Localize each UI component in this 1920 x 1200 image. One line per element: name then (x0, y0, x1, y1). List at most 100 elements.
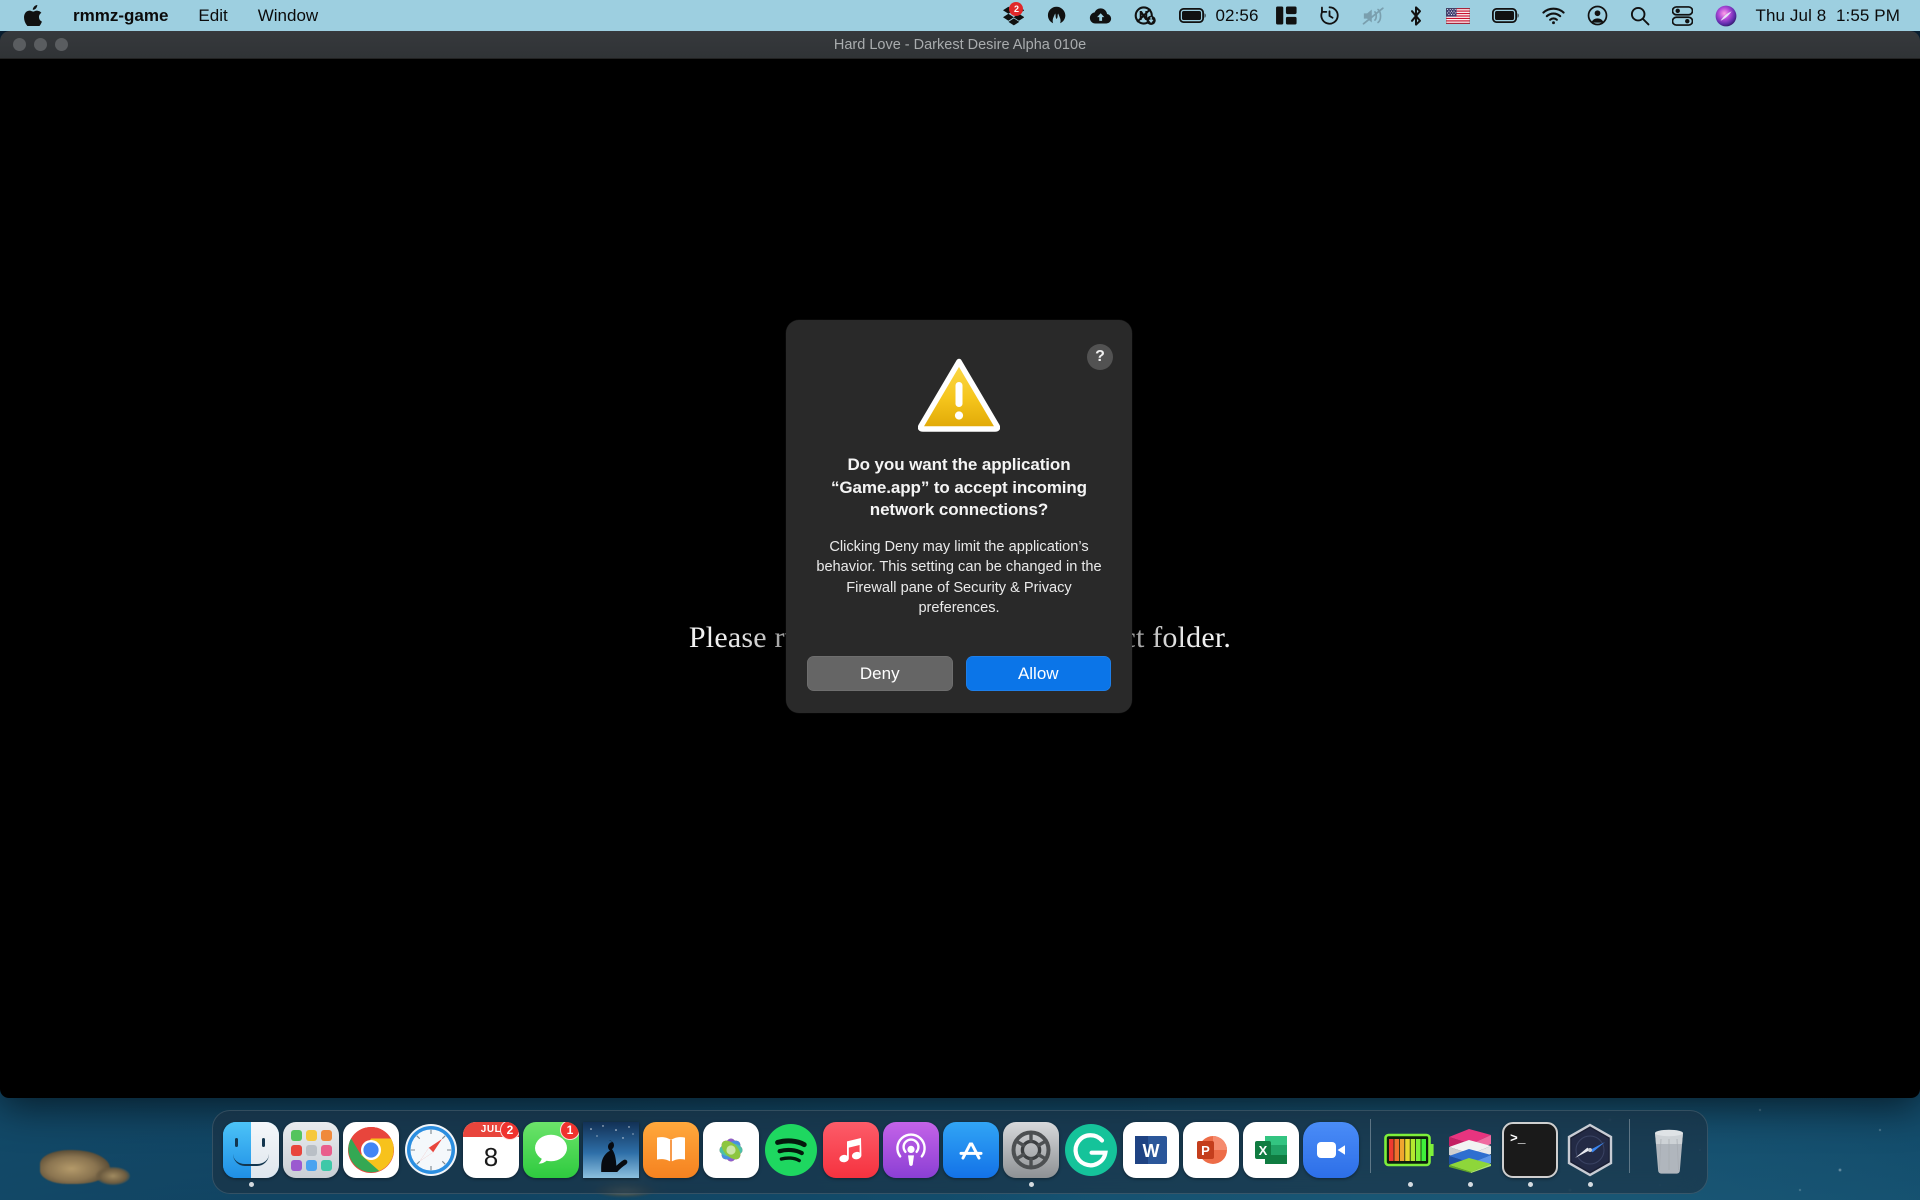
siri-status-item[interactable] (1704, 0, 1748, 31)
dock-item-messages[interactable]: 1 (521, 1117, 581, 1187)
split-view-icon (1275, 6, 1297, 25)
chrome-icon (343, 1122, 399, 1178)
wifi-status-item[interactable] (1531, 0, 1576, 31)
battery-status-item[interactable] (1168, 0, 1207, 31)
dock-separator (1370, 1119, 1371, 1173)
battery-level-icon (1491, 8, 1519, 23)
running-indicator (909, 1182, 914, 1187)
dock-item-battery-monitor[interactable] (1380, 1117, 1440, 1187)
menu-item-edit[interactable]: Edit (183, 0, 242, 31)
dock-item-word[interactable]: W (1121, 1117, 1181, 1187)
battery-level-status-item[interactable] (1481, 0, 1531, 31)
spotlight-search-status-item[interactable] (1619, 0, 1661, 31)
dock-item-chrome[interactable] (341, 1117, 401, 1187)
running-indicator (1149, 1182, 1154, 1187)
dock-item-kindle[interactable] (581, 1117, 641, 1187)
firewall-dialog[interactable]: ? Do you want the application “Game.app”… (786, 320, 1132, 713)
help-button[interactable]: ? (1087, 344, 1113, 370)
running-indicator (1527, 1182, 1533, 1187)
dock-item-app-store[interactable] (941, 1117, 1001, 1187)
dialog-title: Do you want the application “Game.app” t… (831, 455, 1087, 520)
minimize-button[interactable] (34, 38, 47, 51)
siri-icon (1715, 5, 1736, 26)
messages-icon: 1 (523, 1122, 579, 1178)
dock-item-grammarly[interactable] (1061, 1117, 1121, 1187)
volume-muted-icon (1362, 6, 1384, 25)
traffic-lights[interactable] (0, 38, 68, 51)
insomnia-compass-icon (1562, 1122, 1618, 1178)
music-icon (823, 1122, 879, 1178)
running-indicator (609, 1182, 614, 1187)
window-titlebar[interactable]: Hard Love - Darkest Desire Alpha 010e (0, 31, 1920, 59)
deny-button[interactable]: Deny (807, 656, 953, 691)
app-store-icon (943, 1122, 999, 1178)
time-machine-status-item[interactable] (1308, 0, 1351, 31)
bluetooth-icon (1410, 5, 1421, 26)
running-indicator (1028, 1182, 1034, 1187)
svg-text:P: P (1201, 1143, 1210, 1158)
allow-button[interactable]: Allow (965, 656, 1111, 691)
dock-item-winrar[interactable] (1440, 1117, 1500, 1187)
menu-item-rmmz-game[interactable]: rmmz-game (58, 0, 183, 31)
running-indicator (1269, 1182, 1274, 1187)
calendar-day: 8 (483, 1142, 499, 1172)
running-indicator (1467, 1182, 1473, 1187)
user-account-status-item[interactable] (1576, 0, 1619, 31)
dropbox-status-item[interactable]: 2 (992, 0, 1035, 31)
search-icon (1630, 6, 1649, 25)
battery-time-remaining: 02:56 (1215, 5, 1259, 25)
dock-item-photos[interactable] (701, 1117, 761, 1187)
dock-separator-trash (1629, 1119, 1630, 1173)
malwarebytes-status-item[interactable] (1035, 0, 1078, 31)
messages-badge: 1 (560, 1122, 579, 1140)
dock-item-finder[interactable] (221, 1117, 281, 1187)
dock-item-podcasts[interactable] (881, 1117, 941, 1187)
running-indicator (669, 1182, 674, 1187)
dock-item-excel[interactable]: X (1241, 1117, 1301, 1187)
svg-text:X: X (1259, 1143, 1268, 1158)
system-preferences-icon (1003, 1122, 1059, 1178)
apple-menu[interactable] (12, 0, 58, 31)
zoom-icon (1303, 1122, 1359, 1178)
dock-item-trash[interactable] (1639, 1117, 1699, 1187)
input-source-status-item[interactable] (1435, 0, 1481, 31)
dock-item-zoom[interactable] (1301, 1117, 1361, 1187)
menu-bar[interactable]: rmmz-game Edit Window 2 02:56 Thu Jul 8 … (0, 0, 1920, 31)
dock-item-calendar[interactable]: JUL 8 2 (461, 1117, 521, 1187)
nosleep-status-item[interactable] (1123, 0, 1168, 31)
photos-icon (703, 1122, 759, 1178)
dock[interactable]: JUL 8 2 1 W P X >_ (212, 1110, 1708, 1194)
dock-item-terminal[interactable]: >_ (1500, 1117, 1560, 1187)
dialog-buttons: Deny Allow (807, 656, 1111, 691)
split-view-status-item[interactable] (1265, 0, 1308, 31)
cloud-upload-status-item[interactable] (1078, 0, 1123, 31)
dock-item-safari[interactable] (401, 1117, 461, 1187)
menu-item-window[interactable]: Window (243, 0, 333, 31)
dock-item-music[interactable] (821, 1117, 881, 1187)
volume-muted-status-item[interactable] (1351, 0, 1397, 31)
dock-item-spotify[interactable] (761, 1117, 821, 1187)
running-indicator (1209, 1182, 1214, 1187)
dock-item-powerpoint[interactable]: P (1181, 1117, 1241, 1187)
dock-item-insomnia[interactable] (1560, 1117, 1620, 1187)
menu-bar-status-area: 2 02:56 Thu Jul 8 1:55 PM (992, 0, 1920, 31)
dialog-body-text: Clicking Deny may limit the application’… (816, 538, 1102, 617)
battery-icon (1179, 8, 1207, 23)
cloud-upload-icon (1090, 8, 1112, 24)
dock-item-launchpad[interactable] (281, 1117, 341, 1187)
menu-bar-clock[interactable]: Thu Jul 8 1:55 PM (1748, 0, 1906, 31)
finder-icon (223, 1122, 279, 1178)
close-button[interactable] (13, 38, 26, 51)
bluetooth-status-item[interactable] (1397, 0, 1435, 31)
launchpad-icon (283, 1122, 339, 1178)
control-center-icon (1671, 5, 1693, 26)
zoom-button[interactable] (55, 38, 68, 51)
window-title: Hard Love - Darkest Desire Alpha 010e (833, 36, 1087, 53)
powerpoint-icon: P (1183, 1122, 1239, 1178)
malwarebytes-icon (1048, 6, 1066, 24)
dock-item-system-preferences[interactable] (1001, 1117, 1061, 1187)
calendar-icon: JUL 8 2 (463, 1122, 519, 1178)
control-center-status-item[interactable] (1661, 0, 1704, 31)
dock-item-books[interactable] (641, 1117, 701, 1187)
kindle-icon (583, 1122, 639, 1178)
